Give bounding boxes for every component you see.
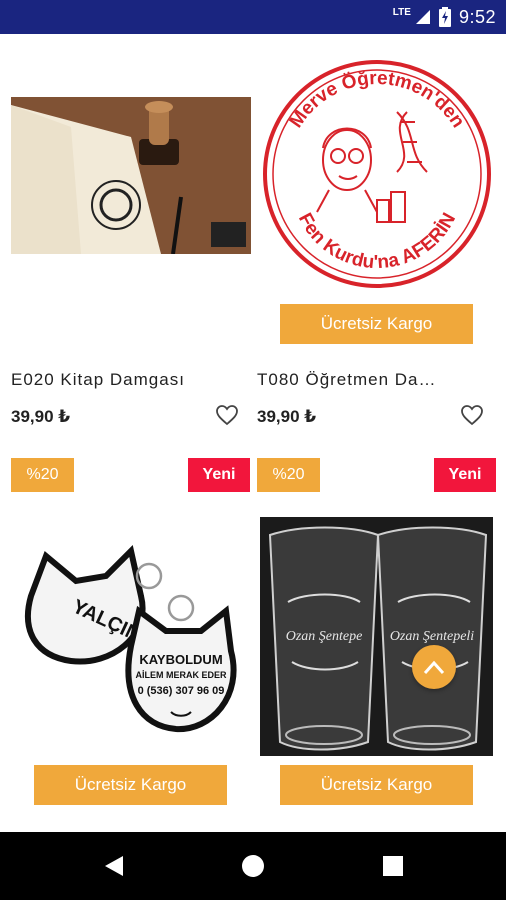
product-price: 39,90 ₺: [257, 407, 317, 426]
glass-name-2: Ozan Şentepeli: [390, 629, 474, 644]
favorite-heart-icon[interactable]: [214, 403, 240, 427]
free-shipping-badge: Ücretsiz Kargo: [280, 304, 473, 344]
free-shipping-badge: Ücretsiz Kargo: [280, 765, 473, 805]
product-price: 39,90 ₺: [11, 407, 71, 426]
product-image[interactable]: YALÇIN KAYBOLDUM AİLEM MERAK EDER 0 (536…: [11, 536, 251, 739]
back-triangle-icon: [105, 856, 123, 876]
teacher-stamp-photo: Merve Öğretmen'den Fen Kurdu'na AFERİN: [257, 52, 497, 297]
product-image[interactable]: [11, 97, 251, 254]
product-image[interactable]: Merve Öğretmen'den Fen Kurdu'na AFERİN: [257, 52, 497, 297]
product-title[interactable]: T080 Öğretmen Damgası: [257, 370, 447, 390]
glass-name-1: Ozan Şentepe: [286, 629, 363, 644]
tag-note: AİLEM MERAK EDER: [135, 670, 227, 680]
home-button[interactable]: [235, 848, 271, 884]
cat-tag-photo: YALÇIN KAYBOLDUM AİLEM MERAK EDER 0 (536…: [11, 536, 251, 739]
product-title[interactable]: E020 Kitap Damgası: [11, 370, 241, 390]
new-badge: Yeni: [188, 458, 250, 492]
battery-icon: [438, 7, 451, 27]
discount-badge: %20: [257, 458, 320, 492]
product-grid: E020 Kitap Damgası 39,90 ₺ %20 Yeni Merv…: [0, 34, 506, 832]
tag-phone: 0 (536) 307 96 09: [138, 685, 225, 697]
back-button[interactable]: [96, 848, 132, 884]
glass-photo: Ozan Şentepe Ozan Şentepeli: [260, 517, 493, 756]
new-badge: Yeni: [434, 458, 496, 492]
recents-square-icon: [383, 856, 403, 876]
status-icons: LTE 9:52: [393, 0, 496, 34]
product-image[interactable]: Ozan Şentepe Ozan Şentepeli: [260, 517, 493, 756]
home-circle-icon: [242, 855, 264, 877]
discount-badge: %20: [11, 458, 74, 492]
status-bar: LTE 9:52: [0, 0, 506, 34]
signal-icon: [415, 10, 430, 24]
clock: 9:52: [458, 6, 496, 27]
book-stamp-photo: [11, 97, 251, 254]
arrow-up-icon: [423, 660, 445, 675]
free-shipping-badge: Ücretsiz Kargo: [34, 765, 227, 805]
scroll-to-top-button[interactable]: [412, 645, 456, 689]
network-type: LTE: [392, 6, 411, 18]
tag-lost: KAYBOLDUM: [139, 652, 222, 667]
system-navigation-bar: [0, 832, 506, 900]
favorite-heart-icon[interactable]: [459, 403, 485, 427]
recents-button[interactable]: [375, 848, 411, 884]
